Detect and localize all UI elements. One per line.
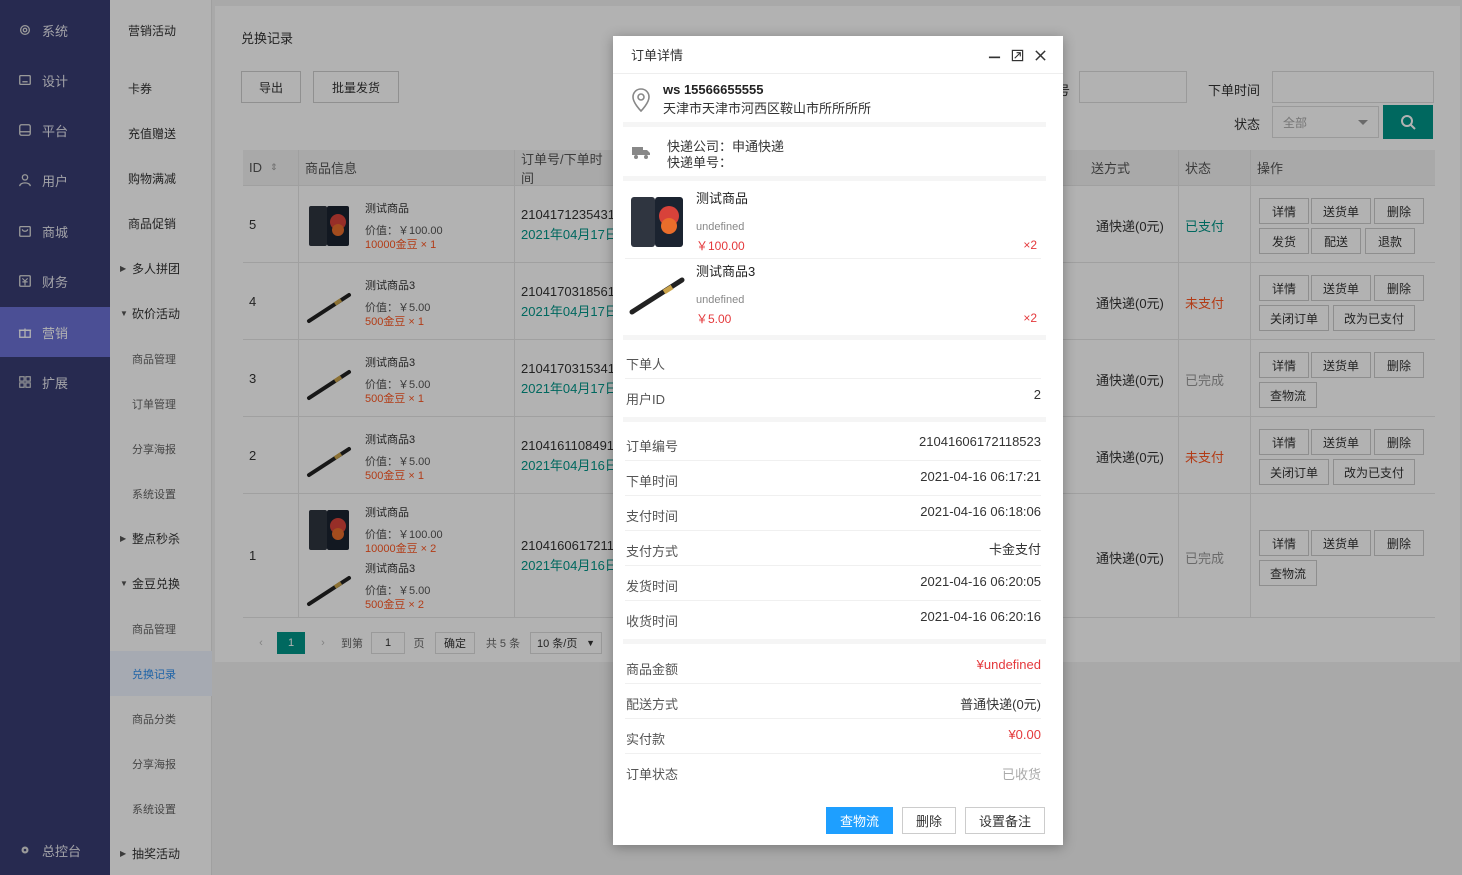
minimize-button[interactable]: [987, 48, 1001, 62]
phone-thumbnail: [631, 197, 683, 247]
delivery-label: 配送方式: [626, 697, 679, 712]
order-detail-dialog: 订单详情 ws 15566655555 天津市天津市河西区鞍山市所所所所 快递公…: [613, 36, 1063, 845]
close-icon: [1034, 49, 1046, 61]
maximize-icon: [1011, 49, 1023, 61]
maximize-button[interactable]: [1010, 48, 1024, 62]
paid-label: 实付款: [626, 732, 666, 747]
ship-time-value: 2021-04-16 06:20:05: [920, 574, 1041, 589]
view-logistics-button[interactable]: 查物流: [826, 807, 893, 834]
pay-time-label: 支付时间: [626, 509, 679, 524]
set-remark-button[interactable]: 设置备注: [965, 807, 1045, 834]
pen-thumbnail: [629, 277, 685, 315]
order-status-value: 已收货: [1001, 767, 1041, 782]
order-status-label: 订单状态: [626, 767, 679, 782]
amount-label: 商品金额: [626, 662, 679, 677]
order-number-label: 订单编号: [626, 439, 679, 454]
item-price: ￥5.00: [696, 312, 732, 326]
pay-time-value: 2021-04-16 06:18:06: [920, 504, 1041, 519]
truck-icon: [632, 147, 650, 159]
minimize-icon: [988, 56, 1000, 58]
amount-value: ¥undefined: [976, 657, 1041, 672]
user-id-value: 2: [1033, 387, 1041, 402]
item-quantity: ×2: [1023, 311, 1037, 325]
item-name: 测试商品3: [696, 264, 756, 279]
receive-time-label: 收货时间: [626, 614, 679, 629]
pay-method-value: 卡金支付: [988, 542, 1041, 557]
order-number-value: 21041606172118523: [919, 434, 1041, 449]
receive-time-value: 2021-04-16 06:20:16: [920, 609, 1041, 624]
item-spec: undefined: [696, 294, 745, 306]
pay-method-label: 支付方式: [626, 544, 679, 559]
express-number: 快递单号：: [667, 155, 733, 170]
item-name: 测试商品: [696, 191, 749, 206]
item-spec: undefined: [696, 221, 745, 233]
paid-value: ¥0.00: [1008, 727, 1041, 742]
order-time-label: 下单时间: [626, 474, 679, 489]
buyer-label: 下单人: [626, 357, 666, 372]
item-quantity: ×2: [1023, 238, 1037, 252]
item-price: ￥100.00: [696, 239, 745, 253]
close-button[interactable]: [1033, 48, 1047, 62]
delivery-value: 普通快递(0元): [960, 697, 1041, 712]
ship-time-label: 发货时间: [626, 579, 679, 594]
receiver-name-phone: ws 15566655555: [663, 82, 764, 97]
user-id-label: 用户ID: [626, 392, 666, 407]
receiver-address: 天津市天津市河西区鞍山市所所所所: [663, 101, 872, 116]
location-icon: [632, 88, 650, 112]
delete-order-button[interactable]: 删除: [902, 807, 956, 834]
order-time-value: 2021-04-16 06:17:21: [920, 469, 1041, 484]
